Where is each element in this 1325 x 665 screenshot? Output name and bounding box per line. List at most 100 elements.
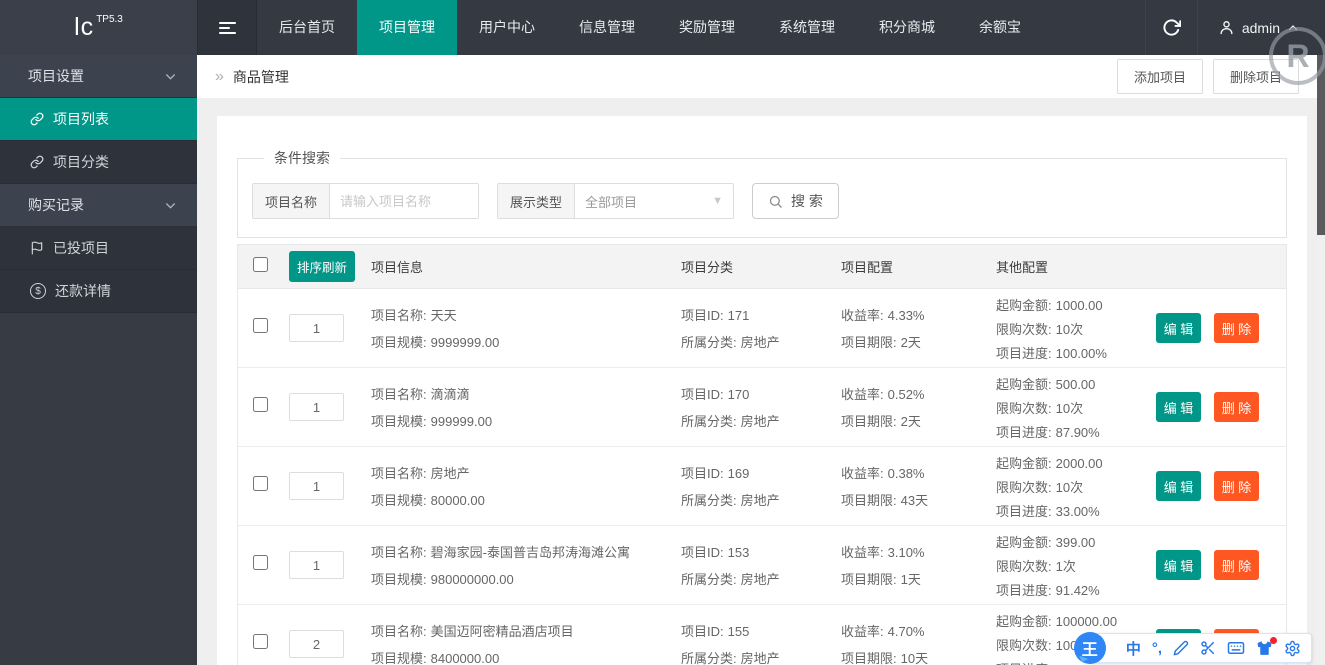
sidebar-item-project-list[interactable]: 项目列表	[0, 98, 197, 141]
hamburger-icon	[218, 21, 236, 24]
project-category-cell: 项目ID: 155 所属分类: 房地产	[681, 624, 780, 665]
sort-order-input[interactable]	[289, 630, 344, 658]
ime-handwriting-button[interactable]	[1173, 640, 1189, 656]
username: admin	[1241, 19, 1280, 36]
delete-button[interactable]: 删 除	[1214, 313, 1259, 343]
notification-dot	[1270, 636, 1277, 644]
display-type-group: 展示类型 全部项目 ▼	[497, 183, 735, 219]
project-config-cell: 收益率: 3.10% 项目期限: 1天	[841, 545, 925, 587]
project-category-cell: 项目ID: 170 所属分类: 房地产	[681, 387, 780, 429]
sort-order-input[interactable]	[289, 551, 344, 579]
project-config-cell: 收益率: 4.70% 项目期限: 10天	[841, 624, 929, 665]
chevron-up-icon	[1288, 24, 1298, 30]
caret-down-icon: ▼	[712, 195, 724, 207]
other-config-cell: 起购金额: 399.00 限购次数: 1次 项目进度: 91.42%	[996, 534, 1100, 598]
other-config-cell: 起购金额: 2000.00 限购次数: 10次 项目进度: 33.00%	[996, 455, 1103, 519]
select-all-checkbox[interactable]	[253, 256, 268, 272]
project-category-cell: 项目ID: 153 所属分类: 房地产	[681, 545, 780, 587]
table-row: 项目名称:碧海家园-泰国普吉岛邦涛海滩公寓 项目规模:980000000.00 …	[238, 526, 1286, 605]
table-header-row: 排序刷新 项目信息 项目分类 项目配置 其他配置	[238, 245, 1286, 289]
ime-punctuation-button[interactable]: °,	[1152, 640, 1162, 657]
ime-chinese-mode-button[interactable]: 中	[1126, 638, 1141, 659]
user-icon	[1220, 21, 1233, 35]
row-checkbox[interactable]	[253, 397, 268, 412]
ime-skin-button[interactable]	[1256, 636, 1277, 657]
row-checkbox[interactable]	[253, 555, 268, 570]
pencil-icon	[1173, 640, 1189, 656]
app-logo: lc TP5.3	[0, 0, 197, 55]
row-checkbox[interactable]	[253, 318, 268, 333]
delete-button[interactable]: 删 除	[1214, 392, 1259, 422]
nav-item-user-center[interactable]: 用户中心	[457, 0, 557, 55]
project-category-cell: 项目ID: 171 所属分类: 房地产	[681, 308, 780, 350]
sidebar-group-purchase-records[interactable]: 购买记录	[0, 184, 197, 227]
project-info-cell: 项目名称: 天天 项目规模: 9999999.00	[371, 308, 500, 350]
link-icon	[30, 112, 44, 126]
ime-settings-button[interactable]	[1284, 640, 1301, 657]
scissors-icon	[1201, 641, 1215, 655]
nav-item-points-mall[interactable]: 积分商城	[857, 0, 957, 55]
edit-button[interactable]: 编 辑	[1156, 550, 1201, 580]
sort-order-input[interactable]	[289, 314, 344, 342]
delete-button[interactable]: 删 除	[1214, 471, 1259, 501]
add-project-button[interactable]: 添加项目	[1116, 59, 1203, 94]
user-menu[interactable]: admin	[1196, 0, 1325, 55]
delete-project-button[interactable]: 删除项目	[1212, 59, 1299, 94]
project-info-cell: 项目名称: 房地产 项目规模: 80000.00	[371, 466, 485, 508]
header-project-info: 项目信息	[371, 260, 424, 275]
nav-item-dashboard[interactable]: 后台首页	[257, 0, 357, 55]
flag-icon	[31, 241, 43, 255]
project-config-cell: 收益率: 0.52% 项目期限: 2天	[841, 387, 925, 429]
project-config-cell: 收益率: 4.33% 项目期限: 2天	[841, 308, 925, 350]
search-button[interactable]: 搜 索	[752, 183, 839, 219]
dollar-icon: $	[30, 283, 46, 299]
sidebar-item-invested-projects[interactable]: 已投项目	[0, 227, 197, 270]
ime-keyboard-button[interactable]	[1227, 639, 1245, 657]
sort-refresh-button[interactable]: 排序刷新	[289, 251, 356, 282]
sort-order-input[interactable]	[289, 472, 344, 500]
search-legend: 条件搜索	[274, 150, 330, 166]
other-config-cell: 起购金额: 500.00 限购次数: 10次 项目进度: 87.90%	[996, 376, 1100, 440]
sort-order-input[interactable]	[289, 393, 344, 421]
header-project-config: 项目配置	[841, 260, 894, 275]
scrollbar-thumb[interactable]	[1317, 55, 1325, 235]
ime-clip-button[interactable]	[1200, 640, 1216, 656]
logo-version: TP5.3	[96, 14, 123, 25]
edit-button[interactable]: 编 辑	[1156, 313, 1201, 343]
edit-button[interactable]: 编 辑	[1156, 471, 1201, 501]
sidebar-item-repayment-details[interactable]: $ 还款详情	[0, 270, 197, 313]
nav-item-yuebao[interactable]: 余额宝	[957, 0, 1043, 55]
nav-item-info-management[interactable]: 信息管理	[557, 0, 657, 55]
nav-item-system-management[interactable]: 系统管理	[757, 0, 857, 55]
project-category-cell: 项目ID: 169 所属分类: 房地产	[681, 466, 780, 508]
top-navbar: lc TP5.3 后台首页 项目管理 用户中心 信息管理 奖励管理 系统管理 积分…	[0, 0, 1325, 55]
project-info-cell: 项目名称: 碧海家园-泰国普吉岛邦涛海滩公寓 项目规模: 980000000.00	[371, 545, 630, 587]
sidebar-group-project-settings[interactable]: 项目设置	[0, 55, 197, 98]
refresh-button[interactable]	[1144, 0, 1197, 55]
project-info-cell: 项目名称: 滴滴滴 项目规模: 999999.00	[371, 387, 493, 429]
delete-button[interactable]: 删 除	[1214, 550, 1259, 580]
table-row: 项目名称:滴滴滴 项目规模:999999.00 项目ID:170 所属分类:房地…	[238, 368, 1286, 447]
display-type-select[interactable]: 全部项目 ▼	[575, 184, 733, 218]
sidebar-item-project-category[interactable]: 项目分类	[0, 141, 197, 184]
edit-button[interactable]: 编 辑	[1156, 392, 1201, 422]
page-title: 商品管理	[232, 68, 289, 85]
display-type-label: 展示类型	[498, 184, 576, 218]
main-nav: 后台首页 项目管理 用户中心 信息管理 奖励管理 系统管理 积分商城 余额宝	[257, 0, 1043, 55]
chevron-down-icon	[166, 73, 175, 80]
vertical-scrollbar[interactable]	[1317, 55, 1325, 665]
other-config-cell: 起购金额: 1000.00 限购次数: 10次 项目进度: 100.00%	[996, 297, 1107, 361]
nav-item-reward-management[interactable]: 奖励管理	[657, 0, 757, 55]
search-fieldset: 条件搜索 项目名称 展示类型 全部项目 ▼ 搜 索	[237, 148, 1287, 238]
projects-table: 排序刷新 项目信息 项目分类 项目配置 其他配置 项目名称:天天 项目规模:99…	[237, 244, 1287, 665]
row-checkbox[interactable]	[253, 476, 268, 491]
nav-item-project-management[interactable]: 项目管理	[357, 0, 457, 55]
sidebar-toggle-button[interactable]	[197, 0, 257, 55]
breadcrumb-bar: » 商品管理 添加项目 删除项目	[197, 55, 1317, 98]
refresh-icon	[1163, 19, 1181, 36]
project-name-input[interactable]	[330, 184, 479, 218]
row-checkbox[interactable]	[253, 634, 268, 649]
ime-logo[interactable]: 王	[1073, 632, 1106, 664]
chevron-down-icon	[166, 202, 175, 209]
table-row: 项目名称:天天 项目规模:9999999.00 项目ID:171 所属分类:房地…	[238, 289, 1286, 368]
